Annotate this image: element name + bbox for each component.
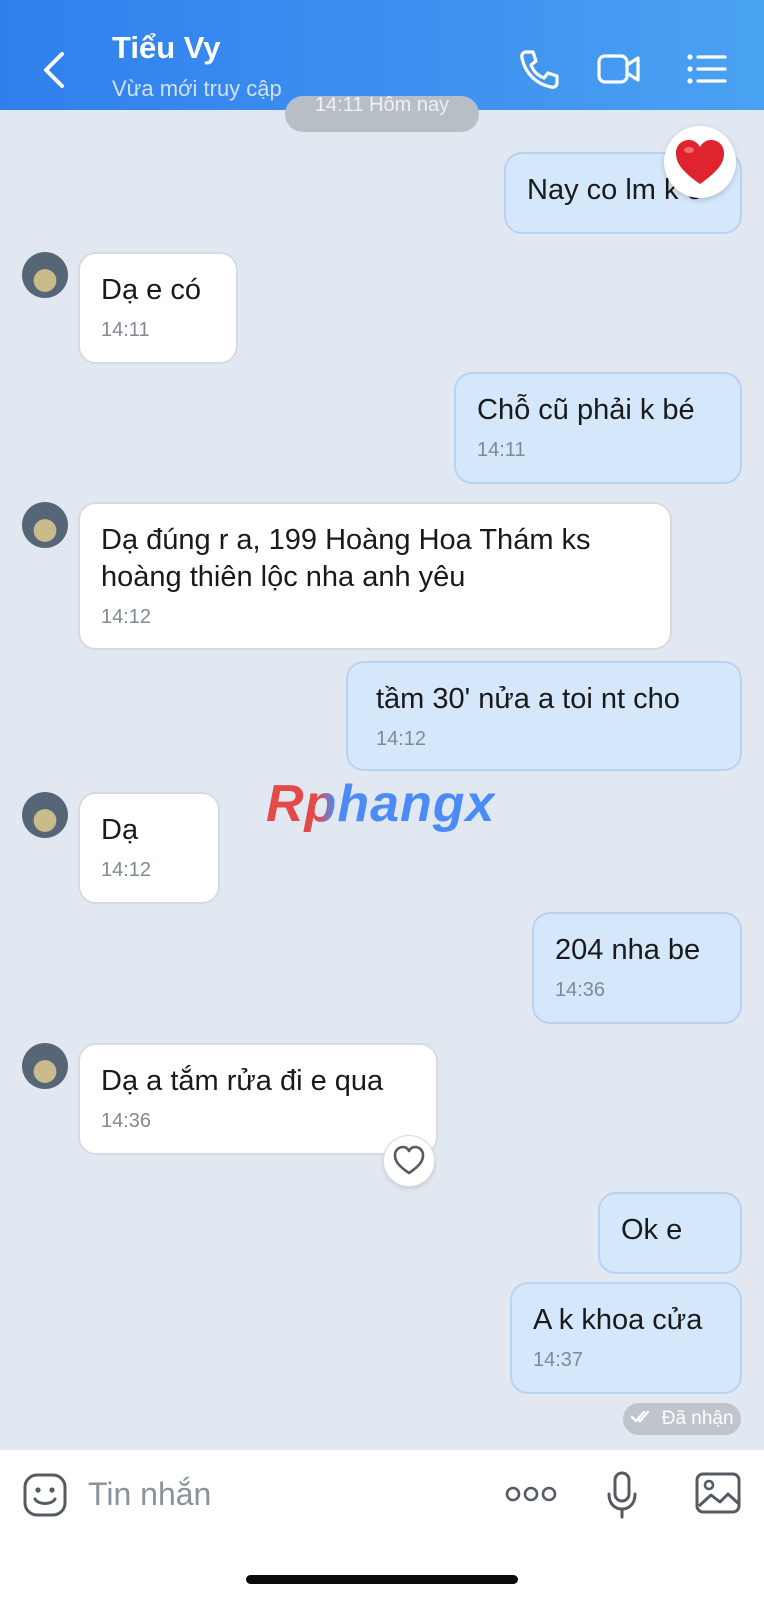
watermark: Rphangx bbox=[266, 775, 496, 833]
message-bubble-incoming[interactable]: Dạ 14:12 bbox=[78, 792, 220, 904]
message-bubble-outgoing[interactable]: Ok e bbox=[598, 1192, 742, 1274]
message-text-line-2: hoàng thiên lộc nha anh yêu bbox=[101, 561, 466, 593]
message-text: Dạ a tắm rửa đi e qua bbox=[101, 1065, 384, 1097]
reaction-badge[interactable] bbox=[664, 126, 736, 198]
menu-list-icon[interactable] bbox=[684, 46, 730, 92]
message-text: Chỗ cũ phải k bé bbox=[477, 394, 695, 426]
video-call-icon[interactable] bbox=[596, 46, 642, 92]
avatar[interactable] bbox=[22, 502, 68, 548]
heart-icon bbox=[676, 140, 724, 184]
contact-name[interactable]: Tiểu Vy bbox=[112, 30, 221, 66]
microphone-icon[interactable] bbox=[605, 1470, 639, 1520]
message-time: 14:12 bbox=[376, 728, 427, 750]
avatar[interactable] bbox=[22, 1043, 68, 1089]
more-icon[interactable] bbox=[505, 1484, 557, 1504]
message-bubble-outgoing[interactable]: A k khoa cửa 14:37 bbox=[510, 1282, 742, 1394]
back-arrow-icon[interactable] bbox=[36, 48, 72, 92]
avatar[interactable] bbox=[22, 252, 68, 298]
message-bubble-outgoing[interactable]: Chỗ cũ phải k bé 14:11 bbox=[454, 372, 742, 484]
message-input[interactable]: Tin nhắn bbox=[88, 1476, 211, 1513]
delivery-status: Đã nhận bbox=[623, 1403, 741, 1435]
message-time: 14:12 bbox=[101, 859, 152, 881]
message-bubble-incoming[interactable]: Dạ đúng r a, 199 Hoàng Hoa Thám ks hoàng… bbox=[78, 502, 672, 650]
date-separator: 14:11 Hôm nay bbox=[285, 96, 479, 132]
message-time: 14:37 bbox=[533, 1349, 584, 1371]
react-button[interactable] bbox=[383, 1135, 435, 1187]
message-text: 204 nha be bbox=[555, 934, 701, 966]
avatar[interactable] bbox=[22, 792, 68, 838]
heart-outline-icon bbox=[393, 1145, 425, 1175]
message-bubble-outgoing[interactable]: 204 nha be 14:36 bbox=[532, 912, 742, 1024]
message-time: 14:11 bbox=[101, 319, 150, 341]
home-indicator bbox=[246, 1575, 518, 1584]
message-text-line-1: Dạ đúng r a, 199 Hoàng Hoa Thám ks bbox=[101, 524, 591, 556]
message-text: A k khoa cửa bbox=[533, 1304, 703, 1336]
message-time: 14:11 bbox=[477, 439, 526, 461]
message-text: Ok e bbox=[621, 1214, 683, 1246]
delivery-status-text: Đã nhận bbox=[661, 1408, 734, 1429]
contact-status: Vừa mới truy cập bbox=[112, 76, 282, 101]
message-time: 14:36 bbox=[555, 979, 606, 1001]
message-time: 14:12 bbox=[101, 606, 152, 628]
message-bubble-incoming[interactable]: Dạ e có 14:11 bbox=[78, 252, 238, 364]
message-time: 14:36 bbox=[101, 1110, 152, 1132]
message-text: Dạ bbox=[101, 814, 139, 846]
message-text: tầm 30' nửa a toi nt cho bbox=[376, 683, 680, 715]
image-icon[interactable] bbox=[694, 1470, 742, 1516]
message-text: Dạ e có bbox=[101, 274, 201, 306]
chat-header: Tiểu Vy Vừa mới truy cập bbox=[0, 0, 764, 110]
sticker-icon[interactable] bbox=[22, 1472, 68, 1518]
phone-icon[interactable] bbox=[516, 46, 562, 92]
message-bubble-outgoing[interactable]: tầm 30' nửa a toi nt cho 14:12 bbox=[346, 661, 742, 771]
double-check-icon bbox=[631, 1410, 650, 1423]
